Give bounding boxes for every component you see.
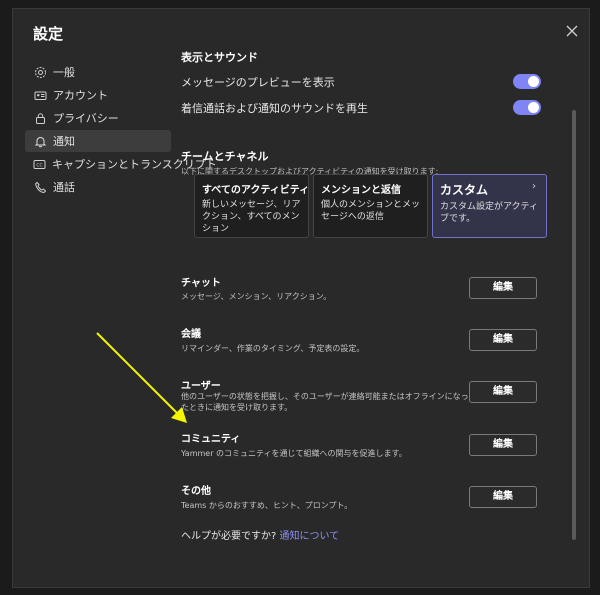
chat-title: チャット	[181, 278, 221, 289]
preview-messages-label: メッセージのプレビューを表示	[181, 76, 335, 89]
chat-desc: メッセージ、メンション、リアクション。	[181, 292, 332, 301]
card-desc: 新しいメッセージ、リアクション、すべてのメンション	[202, 200, 301, 234]
nav-item-general[interactable]: 一般	[25, 61, 171, 83]
people-title: ユーザー	[181, 381, 221, 392]
section-title-teams-channels: チームとチャネル	[181, 150, 269, 163]
chevron-right-icon: ›	[532, 181, 536, 192]
nav-label: 通話	[53, 181, 75, 194]
section-title-display-sound: 表示とサウンド	[181, 51, 258, 64]
other-desc: Teams からのおすすめ、ヒント、プロンプト。	[181, 501, 353, 510]
card-custom[interactable]: カスタム カスタム設定がアクティブです。 ›	[432, 174, 547, 238]
nav-label: 一般	[53, 66, 75, 79]
card-all-activity[interactable]: すべてのアクティビティ 新しいメッセージ、リアクション、すべてのメンション	[194, 174, 309, 238]
chat-edit-button[interactable]: 編集	[469, 277, 537, 299]
meetings-title: 会議	[181, 329, 201, 340]
id-card-icon	[33, 88, 47, 102]
nav-label: プライバシー	[53, 112, 119, 125]
meetings-edit-button[interactable]: 編集	[469, 329, 537, 351]
other-edit-button[interactable]: 編集	[469, 486, 537, 508]
help-link[interactable]: 通知について	[280, 531, 340, 542]
preview-messages-toggle[interactable]	[513, 74, 541, 89]
notification-sound-toggle[interactable]	[513, 100, 541, 115]
help-text: ヘルプが必要ですか? 通知について	[181, 527, 339, 542]
nav-item-captions[interactable]: CC キャプションとトランスクリプト	[25, 153, 217, 175]
nav-label: 通知	[53, 135, 75, 148]
gear-icon	[33, 65, 47, 79]
svg-text:CC: CC	[36, 162, 42, 168]
nav-label: アカウント	[53, 89, 108, 102]
lock-icon	[33, 111, 47, 125]
close-icon[interactable]	[565, 24, 579, 38]
nav-item-calls[interactable]: 通話	[25, 176, 171, 198]
nav-item-privacy[interactable]: プライバシー	[25, 107, 171, 129]
card-title: メンションと返信	[321, 185, 401, 196]
people-edit-button[interactable]: 編集	[469, 381, 537, 403]
help-question: ヘルプが必要ですか?	[181, 531, 277, 542]
nav-item-account[interactable]: アカウント	[25, 84, 171, 106]
card-title: カスタム	[440, 183, 489, 197]
settings-nav: 一般 アカウント プライバシー 通知 CC キャプションとトランスクリプト 通話	[25, 61, 217, 199]
notification-sound-label: 着信通話および通知のサウンドを再生	[181, 102, 368, 115]
community-edit-button[interactable]: 編集	[469, 434, 537, 456]
other-title: その他	[181, 486, 211, 497]
closed-caption-icon: CC	[33, 157, 46, 171]
card-desc: カスタム設定がアクティブです。	[440, 202, 539, 224]
bell-icon	[33, 134, 47, 148]
nav-item-notifications[interactable]: 通知	[25, 130, 171, 152]
card-title: すべてのアクティビティ	[202, 185, 310, 196]
card-mentions-replies[interactable]: メンションと返信 個人のメンションとメッセージへの返信	[313, 174, 428, 238]
people-desc: 他のユーザーの状態を把握し、そのユーザーが連絡可能またはオフラインになったときに…	[181, 392, 469, 412]
meetings-desc: リマインダー、作業のタイミング、予定表の設定。	[181, 344, 365, 353]
community-desc: Yammer のコミュニティを通じて組織への関与を促進します。	[181, 449, 407, 458]
scrollbar[interactable]	[572, 110, 576, 540]
community-title: コミュニティ	[181, 434, 241, 445]
dialog-title: 設定	[33, 25, 64, 43]
card-desc: 個人のメンションとメッセージへの返信	[321, 200, 421, 222]
phone-icon	[33, 180, 47, 194]
